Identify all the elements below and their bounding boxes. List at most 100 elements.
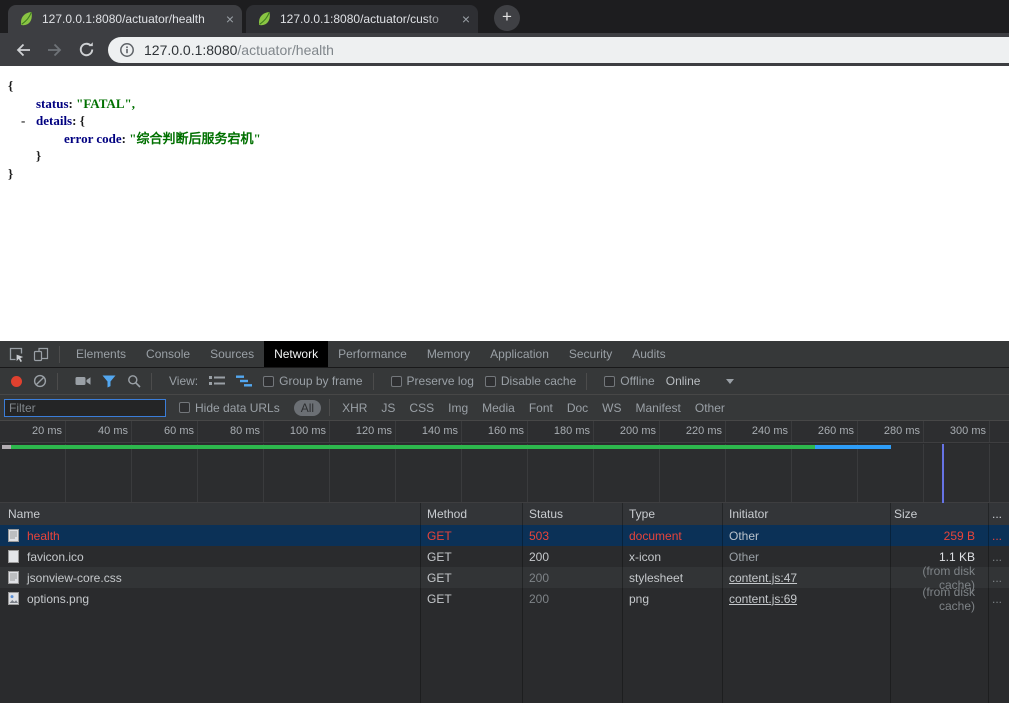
ruler-tick: 120 ms [330, 425, 392, 437]
filter-type-css[interactable]: CSS [409, 401, 434, 415]
tab-security[interactable]: Security [559, 341, 622, 367]
ruler-tick: 140 ms [396, 425, 458, 437]
initiator-link[interactable]: content.js:69 [729, 592, 797, 606]
request-row-jsonview-css[interactable]: jsonview-core.css GET 200 stylesheet con… [0, 567, 1009, 588]
filter-type-all[interactable]: All [294, 400, 321, 416]
column-header-method[interactable]: Method [420, 507, 522, 521]
hide-data-urls-label: Hide data URLs [195, 401, 280, 415]
tab-title: 127.0.0.1:8080/actuator/health [42, 12, 220, 26]
ruler-tick: 20 ms [0, 425, 62, 437]
filter-type-doc[interactable]: Doc [567, 401, 588, 415]
browser-tab-custom[interactable]: 127.0.0.1:8080/actuator/custo × [246, 5, 478, 33]
table-header: Name Method Status Type Initiator Size .… [0, 503, 1009, 525]
column-header-size[interactable]: Size [890, 507, 988, 521]
preserve-log-checkbox[interactable]: Preserve log [391, 374, 474, 388]
search-button[interactable] [127, 374, 141, 388]
camera-icon [75, 375, 91, 387]
timeline-ruler: 20 ms 40 ms 60 ms 80 ms 100 ms 120 ms 14… [0, 421, 1009, 443]
filter-type-manifest[interactable]: Manifest [636, 401, 681, 415]
json-details-line: -details: { [36, 112, 1009, 130]
request-row-options-png[interactable]: options.png GET 200 png content.js:69 (f… [0, 588, 1009, 609]
collapse-toggle-icon[interactable]: - [21, 112, 25, 130]
filter-toggle-button[interactable] [102, 375, 116, 388]
new-tab-button[interactable]: + [494, 5, 520, 31]
separator [57, 373, 58, 390]
column-divider[interactable] [890, 503, 891, 703]
tab-performance[interactable]: Performance [328, 341, 417, 367]
separator [586, 373, 587, 390]
checkbox-icon [179, 402, 190, 413]
image-icon [8, 592, 19, 605]
group-by-frame-checkbox[interactable]: Group by frame [263, 374, 362, 388]
request-type: stylesheet [622, 571, 722, 585]
column-header-name[interactable]: Name [0, 507, 420, 521]
tab-memory[interactable]: Memory [417, 341, 480, 367]
record-button[interactable] [11, 376, 22, 387]
tab-network[interactable]: Network [264, 341, 328, 367]
forward-button[interactable] [46, 41, 64, 59]
tab-audits[interactable]: Audits [622, 341, 675, 367]
page-info-icon[interactable] [119, 42, 135, 58]
hide-data-urls-checkbox[interactable]: Hide data URLs [179, 401, 280, 415]
initiator-link[interactable]: content.js:47 [729, 571, 797, 585]
json-key-details: details [36, 113, 72, 128]
disable-cache-checkbox[interactable]: Disable cache [485, 374, 576, 388]
column-header-type[interactable]: Type [622, 507, 722, 521]
load-event-line [942, 444, 944, 503]
throttling-select[interactable]: Online [666, 374, 735, 388]
filter-type-ws[interactable]: WS [602, 401, 621, 415]
tab-console[interactable]: Console [136, 341, 200, 367]
close-tab-icon[interactable]: × [226, 12, 234, 26]
request-rows-view-button[interactable] [209, 375, 225, 387]
request-type: document [622, 529, 722, 543]
json-error-line: error code: "综合判断后服务宕机" [64, 130, 1009, 148]
column-divider[interactable] [722, 503, 723, 703]
browser-tab-health[interactable]: 127.0.0.1:8080/actuator/health × [8, 5, 242, 33]
spring-leaf-icon [17, 10, 35, 28]
tab-application[interactable]: Application [480, 341, 559, 367]
list-view-icon [209, 375, 225, 387]
clear-icon [33, 374, 47, 388]
request-time: ... [988, 592, 1009, 606]
inspect-element-button[interactable] [9, 347, 24, 362]
filter-type-xhr[interactable]: XHR [342, 401, 367, 415]
column-divider[interactable] [988, 503, 989, 703]
funnel-icon [102, 375, 116, 388]
address-bar[interactable]: 127.0.0.1:8080/actuator/health [108, 37, 1009, 63]
device-toolbar-button[interactable] [33, 347, 49, 362]
close-tab-icon[interactable]: × [462, 12, 470, 26]
ruler-tick: 240 ms [726, 425, 788, 437]
column-header-status[interactable]: Status [522, 507, 622, 521]
back-button[interactable] [14, 41, 32, 59]
capture-screenshots-button[interactable] [75, 375, 91, 387]
tab-sources[interactable]: Sources [200, 341, 264, 367]
request-row-health[interactable]: health GET 503 document Other 259 B ... [0, 525, 1009, 546]
filter-input[interactable] [4, 399, 166, 417]
request-size: 259 B [890, 529, 988, 543]
column-divider[interactable] [622, 503, 623, 703]
checkbox-icon [391, 376, 402, 387]
document-icon [8, 571, 19, 584]
request-method: GET [420, 592, 522, 606]
column-header-initiator[interactable]: Initiator [722, 507, 890, 521]
offline-checkbox[interactable]: Offline [604, 374, 654, 388]
filter-type-other[interactable]: Other [695, 401, 725, 415]
request-status: 200 [522, 550, 622, 564]
network-overview[interactable] [0, 444, 1009, 503]
request-type: png [622, 592, 722, 606]
network-toolbar: View: Group by frame Preserve log Disabl… [0, 368, 1009, 395]
json-status-line: status: "FATAL", [36, 95, 1009, 113]
overview-view-button[interactable] [236, 375, 252, 387]
column-divider[interactable] [522, 503, 523, 703]
request-row-favicon[interactable]: favicon.ico GET 200 x-icon Other 1.1 KB … [0, 546, 1009, 567]
column-header-more[interactable]: ... [988, 507, 1009, 521]
clear-button[interactable] [33, 374, 47, 388]
column-divider[interactable] [420, 503, 421, 703]
tab-elements[interactable]: Elements [66, 341, 136, 367]
filter-type-font[interactable]: Font [529, 401, 553, 415]
json-value-status: "FATAL", [76, 96, 135, 111]
filter-type-img[interactable]: Img [448, 401, 468, 415]
reload-button[interactable] [78, 41, 95, 58]
filter-type-js[interactable]: JS [381, 401, 395, 415]
filter-type-media[interactable]: Media [482, 401, 515, 415]
